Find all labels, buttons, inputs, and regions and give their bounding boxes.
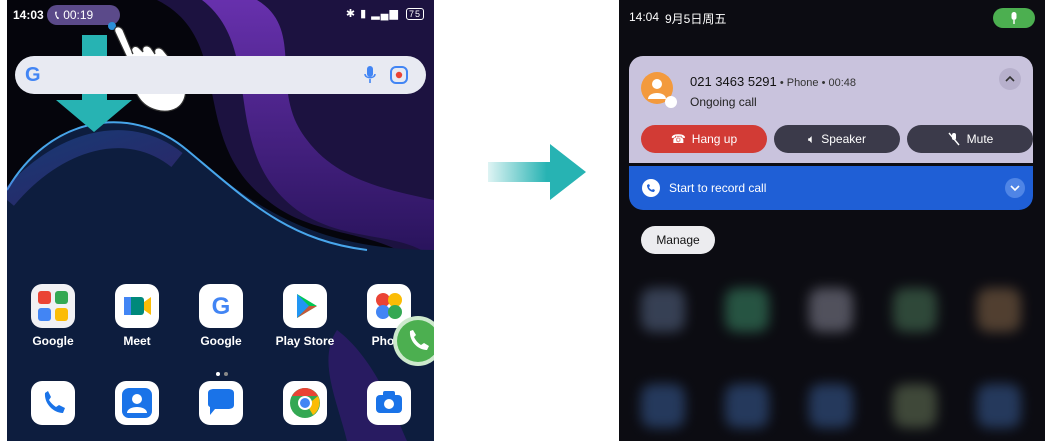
meet-icon[interactable] (115, 284, 159, 328)
caller-line: 021 3463 5291 • Phone • 00:48 (690, 74, 856, 89)
status-icons: ✱ ▮ ▂▄▆ 75 (346, 7, 424, 20)
home-screen: 14:03 📞︎ 00:19 ✱ ▮ ▂▄▆ 75 G Google Meet … (7, 0, 434, 441)
call-meta: • Phone • 00:48 (776, 77, 857, 89)
blurred-app (977, 288, 1021, 332)
google-search-bar[interactable]: G (15, 56, 426, 94)
lens-icon[interactable] (390, 66, 408, 84)
blurred-app (809, 384, 853, 428)
google-folder-icon[interactable] (31, 284, 75, 328)
blurred-app (725, 384, 769, 428)
expand-button[interactable] (1005, 178, 1025, 198)
call-notification[interactable]: 021 3463 5291 • Phone • 00:48 Ongoing ca… (629, 56, 1033, 163)
chevron-down-icon (1010, 185, 1020, 192)
status-bar: 14:03 📞︎ 00:19 ✱ ▮ ▂▄▆ 75 (7, 0, 434, 28)
svg-text:G: G (212, 293, 231, 320)
blurred-app (725, 288, 769, 332)
app-label: Play Store (275, 334, 335, 348)
google-logo: G (25, 64, 41, 86)
mic-in-use-indicator[interactable] (993, 8, 1035, 28)
contacts-icon[interactable] (115, 381, 159, 425)
record-call-icon (642, 179, 660, 197)
call-timer: 00:19 (63, 8, 94, 22)
speaker-icon: 🔈︎ (808, 131, 816, 146)
mic-icon (1011, 12, 1017, 24)
google-icon[interactable]: G (199, 284, 243, 328)
hang-up-button[interactable]: ☎︎ Hang up (641, 125, 767, 153)
phone-app-icon[interactable] (31, 381, 75, 425)
status-date: 9月5日周五 (665, 12, 727, 26)
collapse-button[interactable] (999, 68, 1021, 90)
record-call-label: Start to record call (669, 181, 767, 195)
speaker-label: Speaker (821, 132, 866, 146)
camera-icon[interactable] (367, 381, 411, 425)
mute-label: Mute (966, 132, 994, 146)
app-label: Meet (123, 334, 151, 348)
blurred-app (641, 384, 685, 428)
hang-up-icon: ☎︎ (670, 132, 686, 146)
hang-up-label: Hang up (691, 132, 738, 146)
chrome-icon[interactable] (283, 381, 327, 425)
blurred-app (893, 288, 937, 332)
phone-badge-icon (665, 96, 677, 108)
mic-off-icon (948, 132, 960, 146)
page-indicator (216, 363, 232, 381)
phone-icon: 📞︎ (55, 7, 60, 22)
play-store-icon[interactable] (283, 284, 327, 328)
app-label: Google (32, 334, 74, 348)
status-bar: 14:04 9月5日周五 (619, 0, 1045, 30)
floating-call-button[interactable] (397, 320, 434, 362)
battery-icon: 75 (405, 8, 424, 20)
transition-arrow (488, 144, 586, 200)
status-time: 14:03 (13, 8, 44, 22)
record-call-bar[interactable]: Start to record call (629, 166, 1033, 210)
status-time: 14:04 (629, 10, 660, 24)
mic-icon[interactable] (364, 66, 376, 84)
mute-button[interactable]: Mute (907, 125, 1033, 153)
blurred-app (893, 384, 937, 428)
chevron-up-icon (1005, 75, 1015, 82)
manage-button[interactable]: Manage (641, 226, 715, 254)
blurred-app (641, 288, 685, 332)
call-status: Ongoing call (690, 95, 757, 109)
phone-icon (409, 330, 429, 350)
speaker-button[interactable]: 🔈︎ Speaker (774, 125, 900, 153)
notification-shade: 14:04 9月5日周五 021 3463 5291 • Phone • 00:… (619, 0, 1045, 441)
messages-icon[interactable] (199, 381, 243, 425)
app-label: Google (200, 334, 242, 348)
blurred-app (809, 288, 853, 332)
caller-number: 021 3463 5291 (690, 74, 777, 89)
blurred-app (977, 384, 1021, 428)
